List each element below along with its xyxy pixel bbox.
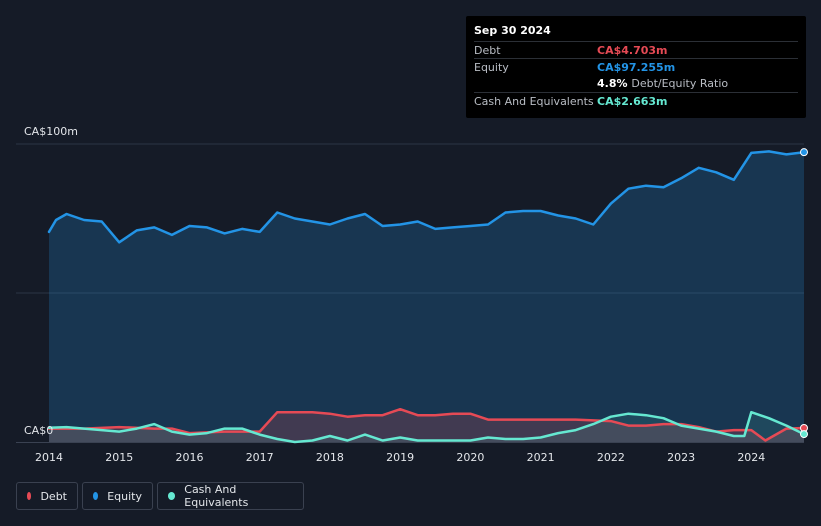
tooltip-row-ratio: 4.8% Debt/Equity Ratio	[474, 75, 798, 92]
tooltip-panel: Sep 30 2024 Debt CA$4.703m Equity CA$97.…	[466, 16, 806, 118]
legend-item-cash[interactable]: Cash And Equivalents	[157, 482, 304, 510]
legend-label: Debt	[40, 489, 67, 503]
tooltip-label: Equity	[474, 61, 509, 74]
x-tick-label: 2020	[456, 451, 484, 464]
x-tick-label: 2023	[667, 451, 695, 464]
y-tick-label: CA$0	[24, 424, 53, 437]
tooltip-ratio-label: Debt/Equity Ratio	[631, 77, 729, 90]
tooltip-row-debt: Debt CA$4.703m	[474, 41, 798, 59]
x-tick-label: 2019	[386, 451, 414, 464]
legend-dot-icon	[93, 492, 99, 500]
legend-dot-icon	[168, 492, 176, 500]
end-marker-cash-and-equivalents	[800, 430, 808, 439]
tooltip-ratio-value: 4.8%	[597, 77, 628, 90]
legend-label: Equity	[107, 489, 142, 503]
x-tick-label: 2021	[527, 451, 555, 464]
x-tick-label: 2022	[597, 451, 625, 464]
tooltip-value: CA$2.663m	[597, 95, 668, 108]
area-equity	[49, 151, 804, 442]
tooltip-row-cash: Cash And Equivalents CA$2.663m	[474, 92, 798, 110]
tooltip-date: Sep 30 2024	[474, 24, 551, 37]
tooltip-value: CA$4.703m	[597, 44, 668, 57]
end-marker-equity	[800, 148, 808, 157]
x-tick-label: 2017	[246, 451, 274, 464]
x-tick-label: 2016	[175, 451, 203, 464]
x-tick-label: 2018	[316, 451, 344, 464]
x-tick-label: 2015	[105, 451, 133, 464]
legend-item-debt[interactable]: Debt	[16, 482, 78, 510]
tooltip-row-equity: Equity CA$97.255m	[474, 58, 798, 76]
tooltip-value: CA$97.255m	[597, 61, 676, 74]
x-tick-label: 2024	[737, 451, 765, 464]
legend-label: Cash And Equivalents	[184, 483, 249, 509]
tooltip-label: Debt	[474, 44, 501, 57]
chart-areas	[49, 151, 804, 442]
legend-item-equity[interactable]: Equity	[82, 482, 153, 510]
x-tick-label: 2014	[35, 451, 63, 464]
y-tick-label: CA$100m	[24, 125, 78, 138]
legend-dot-icon	[27, 492, 32, 500]
tooltip-label: Cash And Equivalents	[474, 95, 594, 108]
